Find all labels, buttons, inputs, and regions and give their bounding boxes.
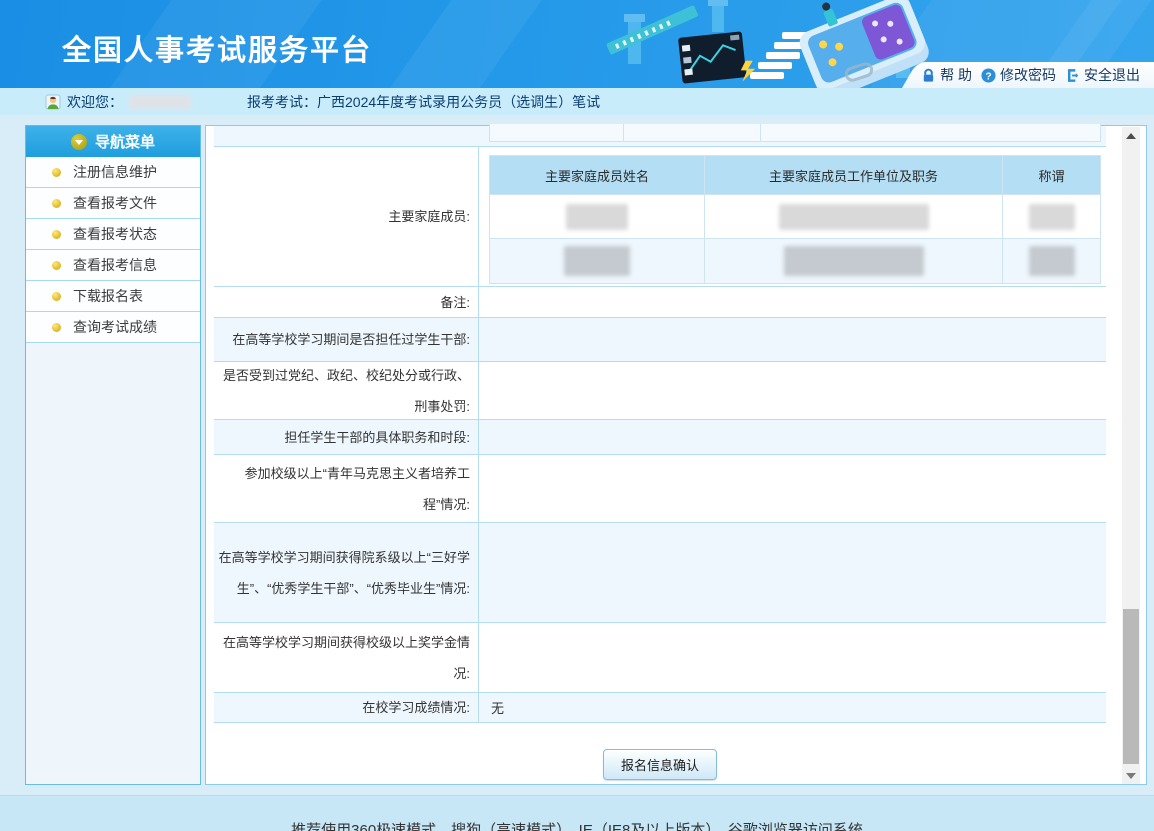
sidebar-item-exam-documents[interactable]: 查看报考文件 (26, 188, 200, 219)
field-label: 在高等学校学习期间获得院系级以上“三好学生”、“优秀学生干部”、“优秀毕业生”情… (214, 523, 479, 622)
lock-icon (921, 68, 936, 83)
exam-title: 报考考试：广西2024年度考试录用公务员（选调生）笔试 (247, 92, 600, 112)
scroll-down-icon[interactable] (1122, 767, 1140, 784)
chevron-down-icon (71, 134, 87, 150)
field-value (479, 420, 1106, 454)
family-members-label: 主要家庭成员: (214, 147, 479, 286)
sidebar-item-exam-info[interactable]: 查看报考信息 (26, 250, 200, 281)
family-members-row: 主要家庭成员: 主要家庭成员姓名 主要家庭成员工作单位及职务 称谓 (214, 147, 1106, 287)
family-table-row (490, 194, 1100, 238)
sidebar-item-download-form[interactable]: 下载报名表 (26, 281, 200, 312)
sidebar: 导航菜单 注册信息维护 查看报考文件 查看报考状态 查看报考信息 下载报名表 查… (25, 125, 201, 785)
sidebar-item-label: 查看报考信息 (73, 255, 157, 275)
field-label: 参加校级以上“青年马克思主义者培养工程”情况: (214, 455, 479, 522)
field-value (479, 318, 1106, 361)
sidebar-item-label: 下载报名表 (73, 286, 143, 306)
field-label: 在高等学校学习期间获得校级以上奖学金情况: (214, 623, 479, 692)
bullet-icon (52, 261, 61, 270)
redacted-username (129, 95, 191, 109)
col-header-relation: 称谓 (1003, 156, 1100, 194)
sidebar-item-label: 注册信息维护 (73, 162, 157, 182)
field-value: 无 (479, 693, 1106, 722)
sidebar-item-exam-status[interactable]: 查看报考状态 (26, 219, 200, 250)
form-row-disciplinary: 是否受到过党纪、政纪、校纪处分或行政、刑事处罚: (214, 362, 1106, 420)
help-label: 帮 助 (940, 65, 972, 85)
sidebar-item-label: 查看报考状态 (73, 224, 157, 244)
browser-recommendation: 推荐使用360极速模式、搜狗（高速模式）、IE（IE8及以上版本）、谷歌浏览器访… (291, 822, 863, 831)
confirm-registration-button[interactable]: 报名信息确认 (603, 749, 717, 780)
family-table-row (490, 238, 1100, 283)
field-label: 是否受到过党纪、政纪、校纪处分或行政、刑事处罚: (214, 362, 479, 419)
help-button[interactable]: 帮 助 (921, 65, 972, 85)
sidebar-item-registration-info[interactable]: 注册信息维护 (26, 157, 200, 188)
sidebar-header: 导航菜单 (26, 126, 200, 157)
field-value (479, 523, 1106, 622)
field-label: 担任学生干部的具体职务和时段: (214, 420, 479, 454)
sidebar-item-label: 查询考试成绩 (73, 317, 157, 337)
sidebar-item-label: 查看报考文件 (73, 193, 157, 213)
form-row-honors: 在高等学校学习期间获得院系级以上“三好学生”、“优秀学生干部”、“优秀毕业生”情… (214, 523, 1106, 623)
redacted-value (784, 246, 924, 276)
field-value (479, 287, 1106, 317)
registration-form-table: 主要家庭成员: 主要家庭成员姓名 主要家庭成员工作单位及职务 称谓 (214, 126, 1106, 723)
clipped-cell (490, 124, 624, 141)
clipped-cell (624, 124, 761, 141)
scroll-up-icon[interactable] (1122, 127, 1140, 144)
form-row-remarks: 备注: (214, 287, 1106, 318)
main-content-panel: 主要家庭成员: 主要家庭成员姓名 主要家庭成员工作单位及职务 称谓 (205, 125, 1147, 785)
confirm-button-row: 报名信息确认 (214, 749, 1106, 780)
page-footer: 推荐使用360极速模式、搜狗（高速模式）、IE（IE8及以上版本）、谷歌浏览器访… (0, 795, 1154, 831)
bullet-icon (52, 230, 61, 239)
field-label: 备注: (214, 287, 479, 317)
logout-icon (1065, 68, 1080, 83)
field-value (479, 455, 1106, 522)
welcome-bar: 欢迎您： 报考考试：广西2024年度考试录用公务员（选调生）笔试 (0, 88, 1154, 115)
sidebar-header-label: 导航菜单 (95, 131, 155, 152)
svg-text:?: ? (985, 71, 991, 82)
bullet-icon (52, 323, 61, 332)
form-row-cadre-duty: 担任学生干部的具体职务和时段: (214, 420, 1106, 455)
form-row-grades: 在校学习成绩情况: 无 (214, 693, 1106, 723)
site-title: 全国人事考试服务平台 (62, 27, 372, 69)
change-password-label: 修改密码 (1000, 65, 1056, 85)
field-label: 在校学习成绩情况: (214, 693, 479, 722)
redacted-value (564, 246, 630, 276)
question-icon: ? (981, 68, 996, 83)
scrollbar[interactable] (1122, 127, 1140, 784)
header-illustration (600, 0, 930, 88)
field-value (479, 362, 1106, 419)
col-header-workunit: 主要家庭成员工作单位及职务 (704, 156, 1003, 194)
clipped-table-row (214, 126, 1106, 147)
logout-label: 安全退出 (1084, 65, 1140, 85)
form-row-marxism-program: 参加校级以上“青年马克思主义者培养工程”情况: (214, 455, 1106, 523)
logout-button[interactable]: 安全退出 (1065, 65, 1140, 85)
scrollbar-thumb[interactable] (1123, 609, 1139, 764)
redacted-value (1029, 246, 1075, 276)
col-header-name: 主要家庭成员姓名 (490, 156, 704, 194)
form-row-scholarship: 在高等学校学习期间获得校级以上奖学金情况: (214, 623, 1106, 693)
redacted-value (779, 204, 929, 230)
welcome-greeting: 欢迎您： (67, 92, 123, 112)
redacted-value (1029, 204, 1075, 230)
header-action-bar: 帮 助 ? 修改密码 安全退出 (902, 62, 1154, 88)
redacted-value (566, 204, 628, 230)
family-table-header: 主要家庭成员姓名 主要家庭成员工作单位及职务 称谓 (490, 156, 1100, 194)
family-members-table: 主要家庭成员姓名 主要家庭成员工作单位及职务 称谓 (489, 155, 1101, 284)
sidebar-item-exam-results[interactable]: 查询考试成绩 (26, 312, 200, 343)
field-value (479, 623, 1106, 692)
bullet-icon (52, 168, 61, 177)
form-row-student-cadre: 在高等学校学习期间是否担任过学生干部: (214, 318, 1106, 362)
bullet-icon (52, 292, 61, 301)
header-decor-streak (374, 0, 555, 88)
field-label: 在高等学校学习期间是否担任过学生干部: (214, 318, 479, 361)
bullet-icon (52, 199, 61, 208)
app-header: 全国人事考试服务平台 (0, 0, 1154, 88)
clipped-table-remnant (489, 124, 1101, 142)
change-password-button[interactable]: ? 修改密码 (981, 65, 1056, 85)
user-avatar-icon (45, 94, 61, 110)
